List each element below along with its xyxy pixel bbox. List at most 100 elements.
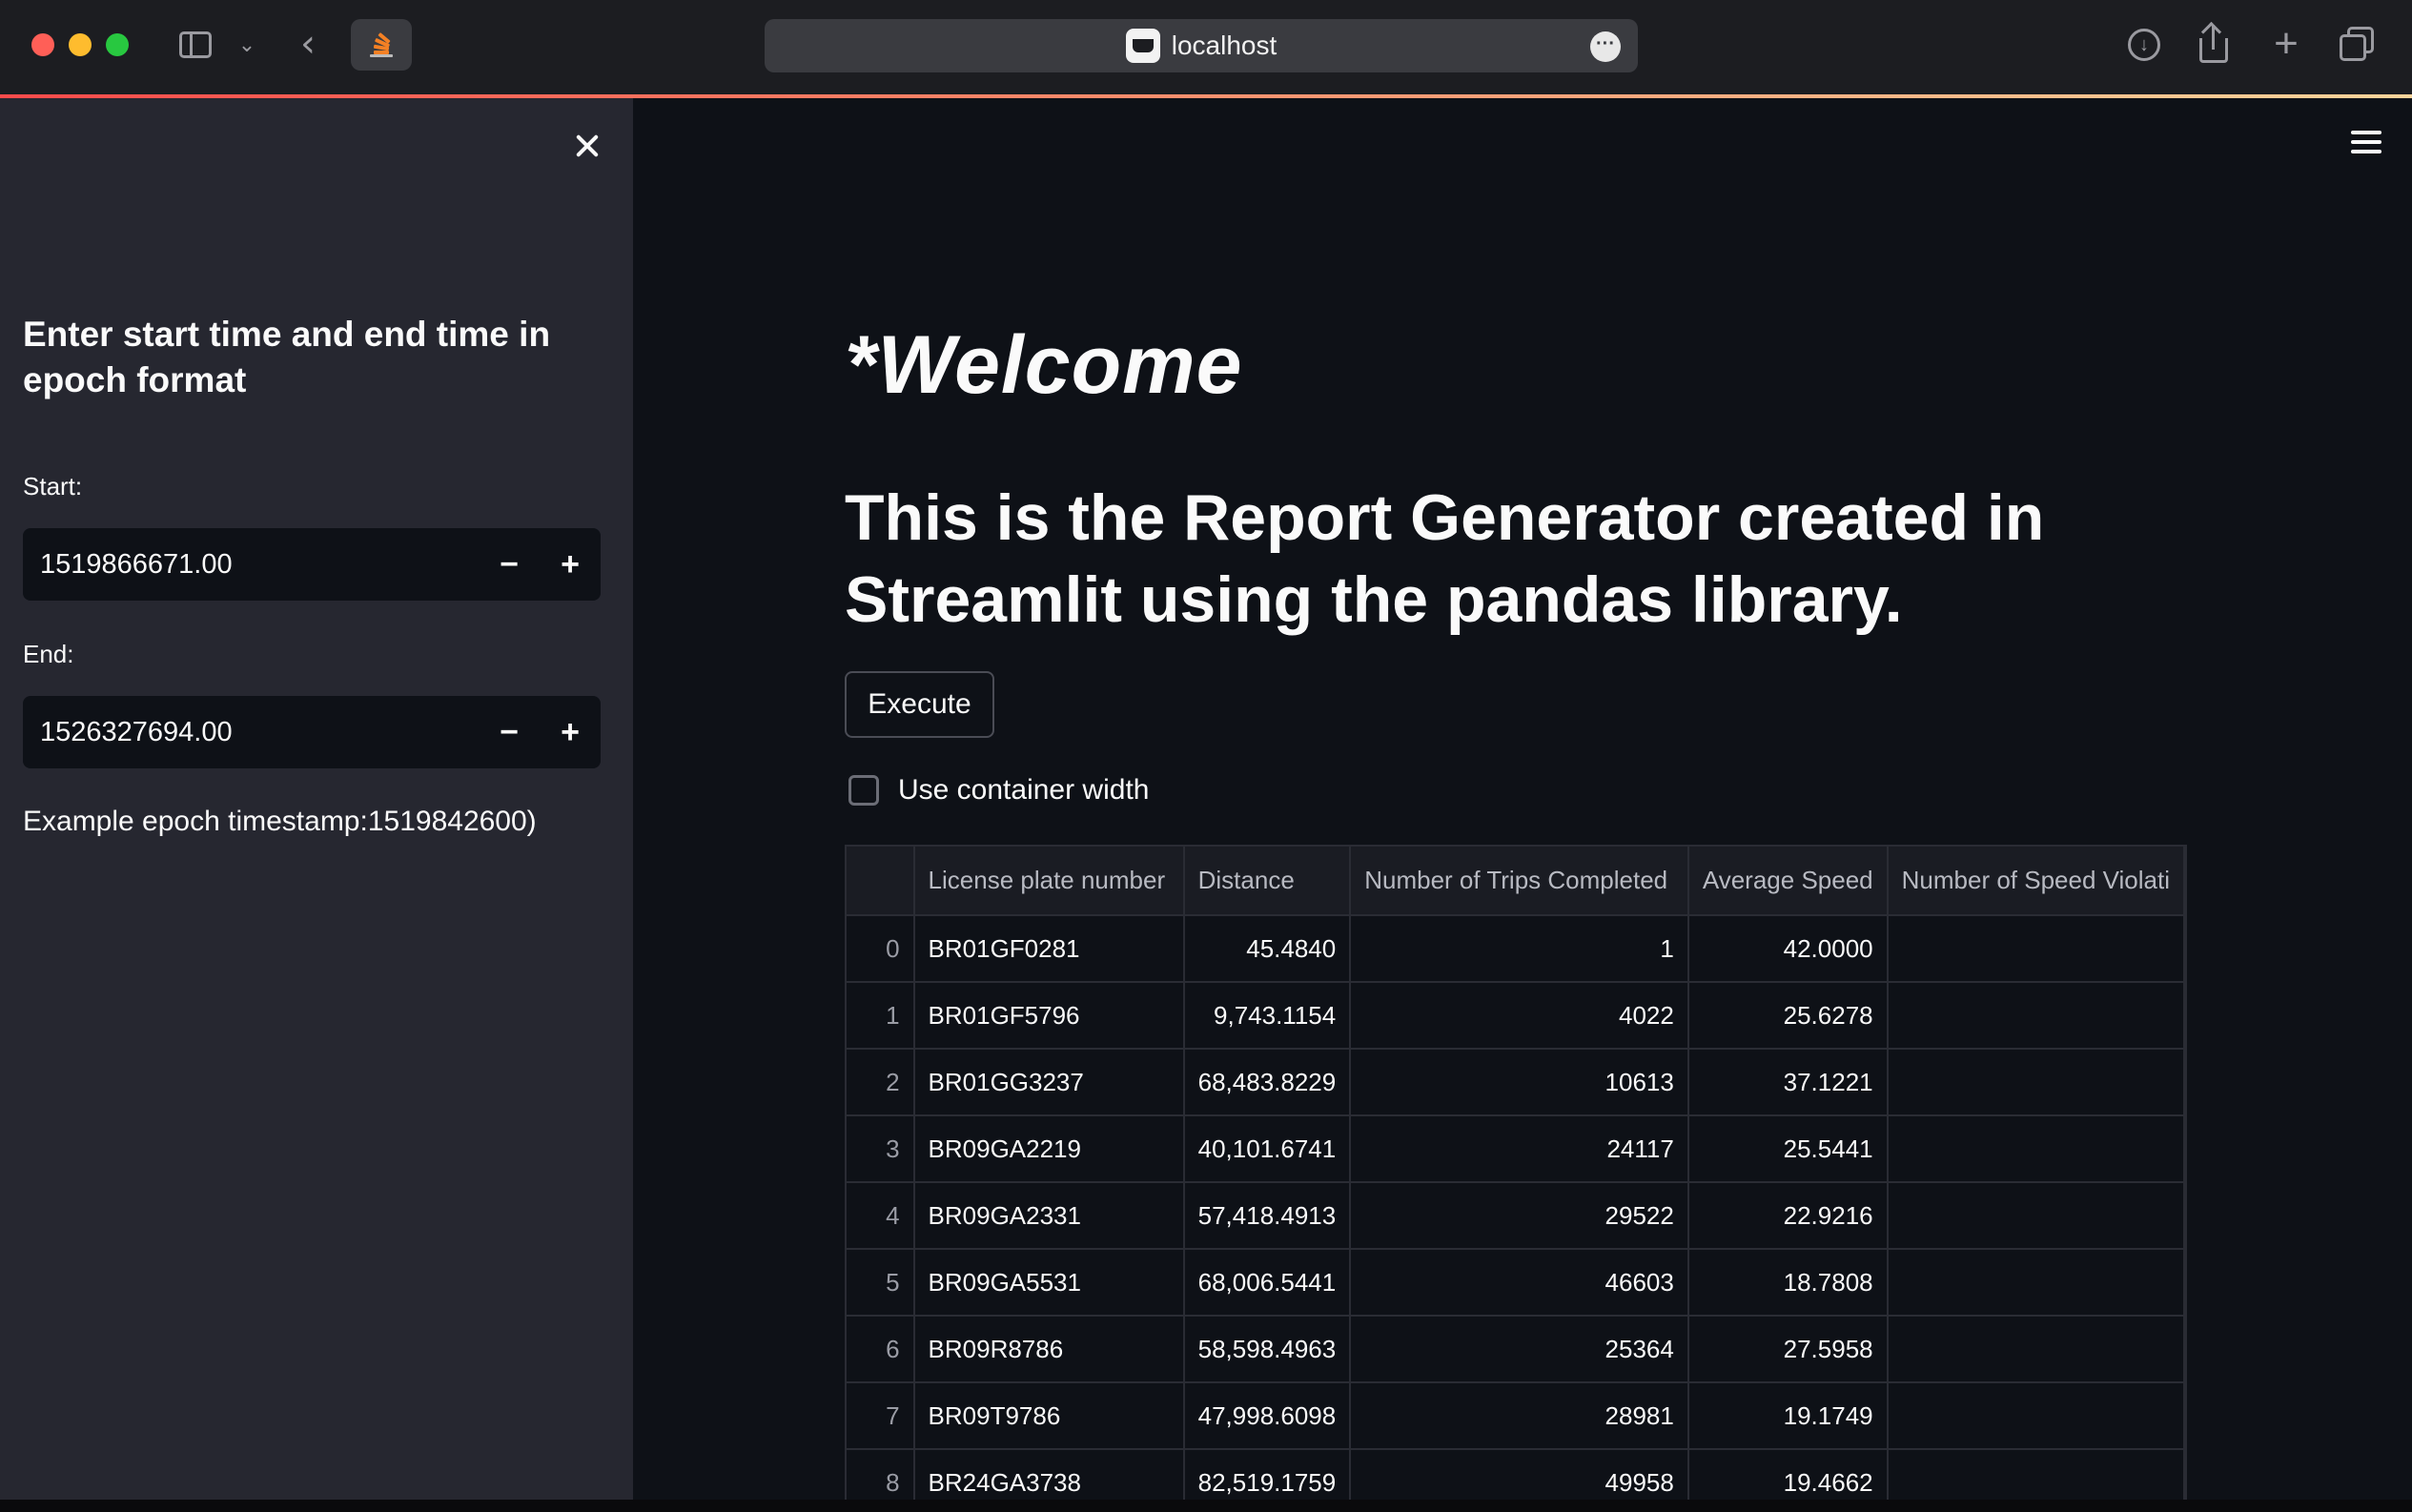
- table-row[interactable]: 0 BR01GF0281 45.4840 1 42.0000: [847, 915, 2185, 983]
- table-cell[interactable]: BR09GA5531: [913, 1249, 1185, 1317]
- table-cell[interactable]: 4022: [1350, 982, 1689, 1050]
- tab-favicon[interactable]: [351, 19, 412, 71]
- table-cell[interactable]: 18.7808: [1687, 1249, 1889, 1317]
- table-cell[interactable]: BR01GF0281: [913, 915, 1185, 983]
- dataframe-table[interactable]: License plate number Distance Number of …: [845, 845, 2187, 1512]
- table-cell[interactable]: BR01GF5796: [913, 982, 1185, 1050]
- table-cell[interactable]: 24117: [1350, 1115, 1689, 1183]
- checkbox-label: Use container width: [898, 774, 1150, 806]
- start-increment-button[interactable]: +: [540, 528, 601, 601]
- row-index-cell[interactable]: 5: [847, 1249, 915, 1317]
- table-row[interactable]: 2 BR01GG3237 68,483.8229 10613 37.1221: [847, 1049, 2185, 1116]
- table-cell[interactable]: BR09R8786: [913, 1316, 1185, 1383]
- share-icon[interactable]: [2197, 23, 2231, 65]
- row-index-cell[interactable]: 3: [847, 1115, 915, 1183]
- page-subtitle: This is the Report Generator created in …: [845, 481, 2045, 636]
- close-window-button[interactable]: [31, 33, 54, 56]
- table-cell[interactable]: 28981: [1350, 1382, 1689, 1450]
- table-header-row: License plate number Distance Number of …: [847, 847, 2185, 916]
- table-cell[interactable]: [1887, 982, 2185, 1050]
- table-cell[interactable]: 42.0000: [1687, 915, 1889, 983]
- start-label: Start:: [23, 472, 83, 501]
- example-hint: Example epoch timestamp:1519842600): [23, 806, 537, 837]
- column-header[interactable]: Distance: [1183, 847, 1352, 916]
- end-increment-button[interactable]: +: [540, 696, 601, 768]
- hamburger-menu-icon[interactable]: [2351, 131, 2381, 153]
- table-cell[interactable]: 29522: [1350, 1182, 1689, 1250]
- end-number-input: − +: [23, 696, 601, 768]
- more-options-icon[interactable]: ···: [1590, 31, 1621, 62]
- table-row[interactable]: 7 BR09T9786 47,998.6098 28981 19.1749: [847, 1382, 2185, 1450]
- start-number-input: − +: [23, 528, 601, 601]
- row-index-cell[interactable]: 4: [847, 1182, 915, 1250]
- table-cell[interactable]: 40,101.6741: [1183, 1115, 1352, 1183]
- table-cell[interactable]: [1887, 1249, 2185, 1317]
- table-row[interactable]: 6 BR09R8786 58,598.4963 25364 27.5958: [847, 1316, 2185, 1383]
- download-icon[interactable]: ↓: [2126, 27, 2162, 63]
- column-header[interactable]: Number of Trips Completed: [1350, 847, 1689, 916]
- table-cell[interactable]: 19.1749: [1687, 1382, 1889, 1450]
- row-index-cell[interactable]: 7: [847, 1382, 915, 1450]
- minimize-window-button[interactable]: [69, 33, 92, 56]
- address-bar[interactable]: localhost ···: [765, 19, 1638, 72]
- table-cell[interactable]: [1887, 915, 2185, 983]
- table-cell[interactable]: BR09T9786: [913, 1382, 1185, 1450]
- table-cell[interactable]: [1887, 1182, 2185, 1250]
- table-cell[interactable]: 58,598.4963: [1183, 1316, 1352, 1383]
- table-cell[interactable]: 68,006.5441: [1183, 1249, 1352, 1317]
- tab-overview-icon[interactable]: [2338, 25, 2376, 63]
- table-row[interactable]: 3 BR09GA2219 40,101.6741 24117 25.5441: [847, 1115, 2185, 1183]
- zoom-window-button[interactable]: [106, 33, 129, 56]
- table-cell[interactable]: 1: [1350, 915, 1689, 983]
- execute-button[interactable]: Execute: [845, 671, 994, 738]
- site-favicon: [1125, 29, 1160, 63]
- start-decrement-button[interactable]: −: [479, 528, 540, 601]
- welcome-heading: *Welcome: [845, 319, 1243, 411]
- table-cell[interactable]: 25.5441: [1687, 1115, 1889, 1183]
- table-row[interactable]: 4 BR09GA2331 57,418.4913 29522 22.9216: [847, 1182, 2185, 1250]
- end-input[interactable]: [23, 696, 479, 768]
- back-arrow-icon[interactable]: ‹: [292, 25, 324, 63]
- column-header[interactable]: License plate number: [913, 847, 1185, 916]
- table-cell[interactable]: 45.4840: [1183, 915, 1352, 983]
- url-text: localhost: [1171, 31, 1278, 60]
- table-cell[interactable]: [1887, 1115, 2185, 1183]
- index-header[interactable]: [847, 847, 915, 916]
- table-cell[interactable]: BR01GG3237: [913, 1049, 1185, 1116]
- table-cell[interactable]: 57,418.4913: [1183, 1182, 1352, 1250]
- table-cell[interactable]: 37.1221: [1687, 1049, 1889, 1116]
- close-icon[interactable]: [568, 127, 606, 165]
- sidebar: Enter start time and end time in epoch f…: [0, 98, 633, 1500]
- table-row[interactable]: 1 BR01GF5796 9,743.1154 4022 25.6278: [847, 982, 2185, 1050]
- table-cell[interactable]: 27.5958: [1687, 1316, 1889, 1383]
- row-index-cell[interactable]: 6: [847, 1316, 915, 1383]
- row-index-cell[interactable]: 0: [847, 915, 915, 983]
- use-container-width-checkbox[interactable]: Use container width: [848, 774, 1149, 807]
- table-cell[interactable]: 46603: [1350, 1249, 1689, 1317]
- sidebar-toggle-icon[interactable]: [177, 27, 214, 63]
- column-header[interactable]: Average Speed: [1687, 847, 1889, 916]
- row-index-cell[interactable]: 1: [847, 982, 915, 1050]
- row-index-cell[interactable]: 2: [847, 1049, 915, 1116]
- table-cell[interactable]: 10613: [1350, 1049, 1689, 1116]
- table-cell[interactable]: 9,743.1154: [1183, 982, 1352, 1050]
- checkbox-box[interactable]: [848, 775, 879, 806]
- chevron-down-icon[interactable]: ⌄: [235, 29, 259, 61]
- new-tab-icon[interactable]: +: [2267, 23, 2305, 65]
- table-cell[interactable]: 22.9216: [1687, 1182, 1889, 1250]
- end-decrement-button[interactable]: −: [479, 696, 540, 768]
- table-cell[interactable]: [1887, 1316, 2185, 1383]
- table-cell[interactable]: BR09GA2331: [913, 1182, 1185, 1250]
- start-input[interactable]: [23, 528, 479, 601]
- column-header[interactable]: Number of Speed Violati: [1887, 847, 2185, 916]
- end-label: End:: [23, 640, 74, 668]
- table-cell[interactable]: BR09GA2219: [913, 1115, 1185, 1183]
- table-cell[interactable]: 68,483.8229: [1183, 1049, 1352, 1116]
- stack-overflow-icon: [370, 31, 393, 57]
- table-cell[interactable]: 25.6278: [1687, 982, 1889, 1050]
- table-cell[interactable]: [1887, 1382, 2185, 1450]
- table-cell[interactable]: 25364: [1350, 1316, 1689, 1383]
- table-cell[interactable]: 47,998.6098: [1183, 1382, 1352, 1450]
- table-cell[interactable]: [1887, 1049, 2185, 1116]
- table-row[interactable]: 5 BR09GA5531 68,006.5441 46603 18.7808: [847, 1249, 2185, 1317]
